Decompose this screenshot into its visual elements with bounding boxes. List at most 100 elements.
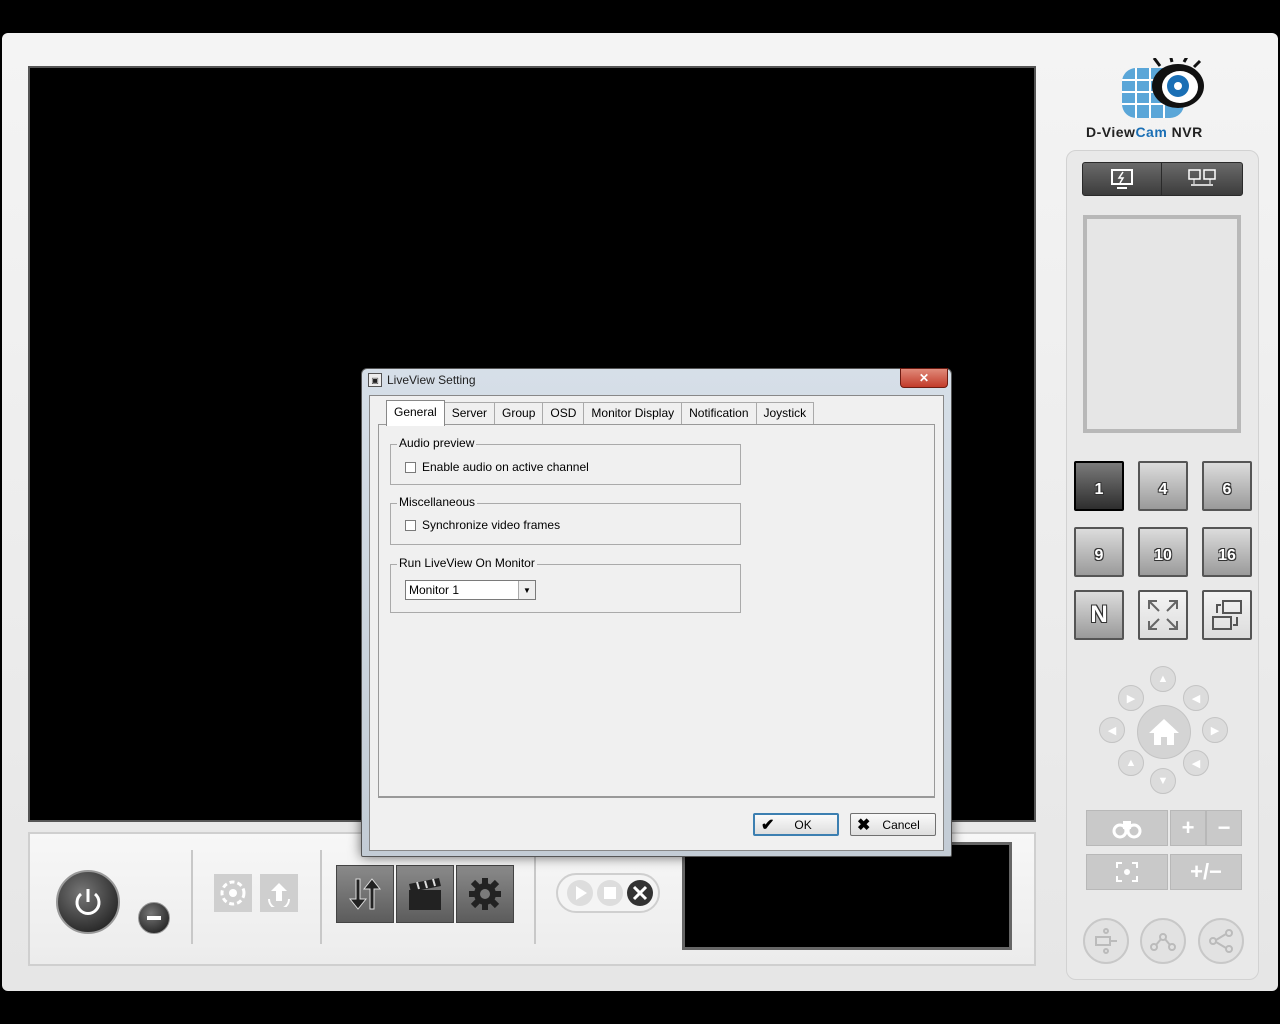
tab-joystick[interactable]: Joystick	[755, 402, 815, 425]
snapshot-button[interactable]	[214, 874, 252, 912]
upload-button[interactable]	[260, 874, 298, 912]
power-icon	[75, 889, 101, 915]
swap-screens-icon	[1212, 600, 1242, 630]
settings-tabs: General Server Group OSD Monitor Display…	[386, 400, 815, 426]
brand-name: D-ViewCam NVR	[1086, 124, 1203, 140]
network-nodes-icon	[1150, 933, 1176, 951]
shutter-icon	[220, 880, 246, 906]
miscellaneous-group: Miscellaneous Synchronize video frames	[390, 495, 741, 545]
monitor-select[interactable]: Monitor 1 ▼	[405, 580, 536, 600]
power-button[interactable]	[56, 870, 120, 934]
playback-controls	[556, 873, 660, 913]
layout-1-button[interactable]: 1	[1074, 461, 1124, 511]
ptz-down-left-button[interactable]: ▲	[1118, 750, 1144, 776]
tab-group[interactable]: Group	[494, 402, 544, 425]
tab-server[interactable]: Server	[443, 402, 496, 425]
backup-arrows-icon	[348, 878, 382, 910]
ptz-down-button[interactable]: ▼	[1150, 768, 1176, 794]
binoculars-icon	[1112, 821, 1142, 839]
focus-button[interactable]	[1086, 854, 1168, 890]
ok-button[interactable]: ✔ OK	[753, 813, 839, 836]
toolbar-divider	[320, 850, 322, 944]
tab-osd[interactable]: OSD	[542, 402, 585, 425]
network-tree-button[interactable]	[1140, 918, 1186, 964]
local-monitor-button[interactable]	[1082, 162, 1162, 196]
settings-button[interactable]	[456, 865, 514, 923]
layout-16-button[interactable]: 16	[1202, 527, 1252, 577]
layout-6-button[interactable]: 6	[1202, 461, 1252, 511]
tab-notification[interactable]: Notification	[681, 402, 757, 425]
layout-9-button[interactable]: 9	[1074, 527, 1124, 577]
app-icon: ▣	[368, 373, 382, 387]
audio-preview-group: Audio preview Enable audio on active cha…	[390, 436, 741, 485]
liveview-setting-dialog: ▣ LiveView Setting ✕ General Server Grou…	[361, 368, 952, 857]
network-share-button[interactable]	[1198, 918, 1244, 964]
cancel-button[interactable]: ✖ Cancel	[850, 813, 936, 836]
general-tab-panel: Audio preview Enable audio on active cha…	[378, 424, 935, 797]
monitor-lightning-icon	[1111, 169, 1133, 189]
plus-minus-icon: +/−	[1190, 859, 1222, 884]
cancel-label: Cancel	[882, 817, 920, 832]
layout-n-button[interactable]: N	[1074, 590, 1124, 640]
dialog-titlebar: ▣ LiveView Setting	[368, 373, 476, 387]
enable-audio-label: Enable audio on active channel	[422, 460, 589, 474]
run-liveview-label: Run LiveView On Monitor	[397, 556, 537, 570]
miscellaneous-label: Miscellaneous	[397, 495, 478, 509]
fullscreen-button[interactable]	[1138, 590, 1188, 640]
network-io-button[interactable]	[1083, 918, 1129, 964]
close-icon[interactable]	[627, 880, 653, 906]
remote-monitor-button[interactable]	[1161, 162, 1243, 196]
expand-arrows-icon	[1148, 600, 1178, 630]
layout-4-button[interactable]: 4	[1138, 461, 1188, 511]
stop-icon[interactable]	[597, 880, 623, 906]
plus-icon: +	[1181, 815, 1195, 840]
run-liveview-monitor-group: Run LiveView On Monitor Monitor 1 ▼	[390, 556, 741, 613]
enable-audio-checkbox[interactable]: Enable audio on active channel	[405, 460, 589, 474]
swap-screens-button[interactable]	[1202, 590, 1252, 640]
camera-preview-box	[1083, 215, 1241, 433]
dialog-close-button[interactable]: ✕	[900, 368, 948, 388]
zoom-out-button[interactable]: −	[1206, 810, 1242, 846]
toolbar-divider	[534, 850, 536, 944]
ptz-home-button[interactable]	[1137, 705, 1191, 759]
minus-icon: −	[1217, 815, 1231, 840]
ptz-down-right-button[interactable]: ◀	[1183, 750, 1209, 776]
home-icon	[1149, 719, 1179, 745]
zoom-in-button[interactable]: +	[1170, 810, 1206, 846]
chevron-down-icon[interactable]: ▼	[518, 581, 535, 599]
monitor-select-value: Monitor 1	[409, 583, 460, 597]
gear-icon	[469, 878, 501, 910]
dialog-body: General Server Group OSD Monitor Display…	[369, 395, 944, 851]
play-icon[interactable]	[567, 880, 593, 906]
sync-frames-checkbox[interactable]: Synchronize video frames	[405, 518, 560, 532]
minus-icon	[147, 916, 161, 920]
mini-preview-screen	[682, 842, 1012, 950]
ptz-up-button[interactable]: ▲	[1150, 666, 1176, 692]
tab-monitor-display[interactable]: Monitor Display	[583, 402, 683, 425]
ptz-right-button[interactable]: ▶	[1202, 717, 1228, 743]
checkbox-box[interactable]	[405, 461, 416, 473]
share-icon	[1209, 929, 1233, 953]
clapperboard-icon	[409, 878, 441, 910]
checkmark-icon: ✔	[761, 816, 775, 834]
tab-general[interactable]: General	[386, 400, 445, 426]
toolbar-divider	[191, 850, 193, 944]
network-monitors-icon	[1188, 169, 1216, 186]
checkbox-box[interactable]	[405, 519, 416, 531]
playback-library-button[interactable]	[396, 865, 454, 923]
audio-preview-label: Audio preview	[397, 436, 477, 450]
close-icon: ✖	[857, 816, 871, 834]
backup-button[interactable]	[336, 865, 394, 923]
ptz-up-right-button[interactable]: ◀	[1183, 685, 1209, 711]
upload-arrow-icon	[268, 883, 290, 907]
network-io-icon	[1095, 928, 1117, 954]
sync-frames-label: Synchronize video frames	[422, 518, 561, 532]
focus-icon	[1116, 862, 1138, 882]
auto-focus-button[interactable]: +/−	[1170, 854, 1242, 890]
ptz-left-button[interactable]: ◀	[1099, 717, 1125, 743]
binoculars-button[interactable]	[1086, 810, 1168, 846]
ptz-up-left-button[interactable]: ▶	[1118, 685, 1144, 711]
dialog-title: LiveView Setting	[387, 373, 476, 387]
minimize-button[interactable]	[138, 902, 170, 934]
layout-10-button[interactable]: 10	[1138, 527, 1188, 577]
